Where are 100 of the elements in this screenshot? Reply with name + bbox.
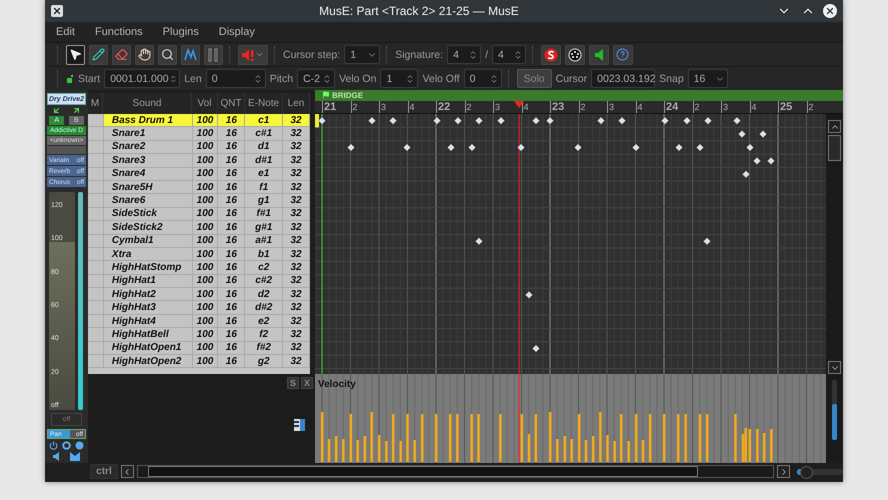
drum-row[interactable]: Snare6 100 16 g1 32 <box>88 194 310 208</box>
note-event[interactable] <box>318 116 326 124</box>
note-event[interactable] <box>532 344 540 352</box>
note-cell: g1 <box>245 194 284 207</box>
column-header[interactable]: Len <box>283 93 310 114</box>
note-event[interactable] <box>454 116 462 124</box>
drum-row[interactable]: HighHat3 100 16 d#2 32 <box>88 301 310 315</box>
note-event[interactable] <box>618 116 626 124</box>
note-event[interactable] <box>703 238 711 246</box>
drum-row[interactable]: HighHat2 100 16 d2 32 <box>88 288 310 302</box>
drum-row[interactable]: HighHatBell 100 16 f2 32 <box>88 328 310 342</box>
power-icon[interactable] <box>49 440 58 450</box>
menu-item[interactable]: Plugins <box>162 26 199 38</box>
midi-input-button[interactable] <box>564 44 585 64</box>
drum-row[interactable]: SideStick2 100 16 g#1 32 <box>88 221 310 235</box>
output-arrow-icon[interactable] <box>72 106 81 115</box>
scroll-up-button[interactable] <box>828 120 841 133</box>
scroll-down-button[interactable] <box>828 361 841 374</box>
velocity-chart[interactable] <box>315 374 826 463</box>
event-spinbox[interactable]: 0001.01.000 <box>104 69 180 88</box>
event-spinbox[interactable]: C-2 <box>297 69 336 88</box>
note-event[interactable] <box>447 144 455 152</box>
numerator-spinbox[interactable]: 4 <box>447 45 482 64</box>
denominator-spinbox[interactable]: 4 <box>492 45 526 64</box>
beat-number: 2 <box>464 100 472 113</box>
note-event[interactable] <box>683 116 691 124</box>
horizontal-scrollbar[interactable] <box>136 465 774 478</box>
speaker-alert-button[interactable] <box>238 44 268 64</box>
drum-row[interactable]: Snare3 100 16 d#1 32 <box>88 154 310 168</box>
note-event[interactable] <box>525 291 533 299</box>
event-spinbox[interactable]: 0 <box>206 69 266 88</box>
drum-row[interactable]: Snare4 100 16 e1 32 <box>88 168 310 181</box>
note-event[interactable] <box>403 144 411 152</box>
velocity-bars[interactable] <box>320 412 773 462</box>
tool-button[interactable] <box>89 44 108 64</box>
controller-button[interactable]: S <box>287 377 299 389</box>
vertical-zoom-slider[interactable] <box>832 380 837 440</box>
note-event[interactable] <box>468 144 476 152</box>
note-event[interactable] <box>347 144 355 152</box>
note-event[interactable] <box>574 144 582 152</box>
step-record-button[interactable] <box>540 44 561 64</box>
drum-row[interactable]: HighHatStomp 100 16 c2 32 <box>88 261 310 275</box>
drum-row[interactable]: SideStick 100 16 f#1 32 <box>88 208 310 222</box>
drum-row[interactable]: HighHatOpen1 100 16 f#2 32 <box>88 342 310 356</box>
menu-item[interactable]: Display <box>218 26 255 38</box>
close-button[interactable] <box>823 4 837 18</box>
note-event[interactable] <box>368 116 376 124</box>
controller-button[interactable]: X <box>301 377 313 389</box>
note-event[interactable] <box>632 144 640 152</box>
column-header[interactable]: Vol <box>192 93 218 114</box>
tool-button[interactable] <box>66 44 85 64</box>
note-event[interactable] <box>497 116 505 124</box>
cursor-step-select[interactable]: 1 <box>344 45 380 64</box>
vertical-scrollbar[interactable] <box>826 114 843 374</box>
note-event[interactable] <box>661 116 669 124</box>
ctrl-button[interactable]: ctrl <box>90 464 118 479</box>
scroll-thumb[interactable] <box>828 135 841 161</box>
event-spinbox[interactable]: 0 <box>464 69 502 88</box>
note-event[interactable] <box>675 144 683 152</box>
tool-button[interactable] <box>135 44 154 64</box>
note-event[interactable] <box>475 238 483 246</box>
drum-row[interactable]: Snare1 100 16 c#1 32 <box>88 127 310 141</box>
drum-row[interactable]: Snare5H 100 16 f1 32 <box>88 180 310 194</box>
note-event[interactable] <box>517 144 525 152</box>
scroll-right-button[interactable] <box>777 465 790 478</box>
scrollbar-thumb[interactable] <box>148 466 698 477</box>
note-event[interactable] <box>475 116 483 124</box>
drum-row[interactable]: Xtra 100 16 b1 32 <box>88 248 310 262</box>
scroll-left-button[interactable] <box>120 465 134 478</box>
drum-row[interactable]: HighHat4 100 16 e2 32 <box>88 314 310 328</box>
event-spinbox[interactable]: 1 <box>380 69 418 88</box>
whats-this-button[interactable] <box>612 44 633 64</box>
speaker-button[interactable] <box>588 44 609 64</box>
piano-icon[interactable] <box>294 419 305 431</box>
note-event[interactable] <box>704 116 712 124</box>
fader-fill[interactable] <box>49 242 75 410</box>
note-event[interactable] <box>597 116 605 124</box>
dot-icon[interactable] <box>75 440 84 450</box>
speaker-icon[interactable] <box>52 452 59 460</box>
note-event[interactable] <box>389 116 397 124</box>
drum-row[interactable]: Bass Drum 1 100 16 c1 32 <box>88 114 310 128</box>
drum-row[interactable]: Snare2 100 16 d1 32 <box>88 140 310 154</box>
drum-row[interactable]: Cymbal1 100 16 a#1 32 <box>88 234 310 248</box>
drum-row[interactable]: HighHatOpen2 100 16 g2 32 <box>88 355 310 368</box>
column-header[interactable]: Sound <box>103 93 192 114</box>
ring-icon[interactable] <box>62 440 71 450</box>
column-header[interactable]: QNT <box>218 93 245 114</box>
menu-item[interactable]: Edit <box>56 26 75 38</box>
note-event[interactable] <box>433 116 441 124</box>
input-arrow-icon[interactable] <box>52 106 62 115</box>
bowtie-icon[interactable] <box>70 452 80 460</box>
time-ruler[interactable]: 21 2 3 4 22 2 3 4 23 2 3 4 24 2 3 4 25 2 <box>315 100 843 114</box>
menu-item[interactable]: Functions <box>94 26 143 38</box>
snap-select[interactable]: 16 <box>688 69 728 88</box>
drum-row[interactable]: HighHat1 100 16 c#2 32 <box>88 274 310 288</box>
zoom-knob[interactable] <box>800 466 813 478</box>
note-event[interactable] <box>696 144 704 152</box>
tool-button[interactable] <box>158 44 177 64</box>
column-header[interactable]: M <box>88 93 103 114</box>
column-header[interactable]: E-Note <box>245 93 283 114</box>
